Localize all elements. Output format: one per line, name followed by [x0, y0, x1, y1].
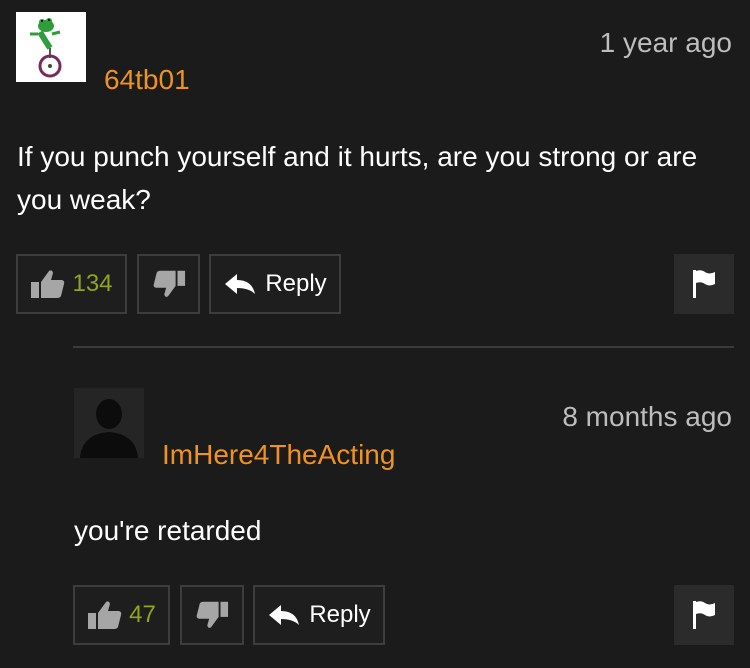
dislike-button[interactable] — [180, 585, 244, 645]
thumbs-up-icon — [30, 268, 66, 300]
like-count: 134 — [72, 270, 113, 297]
reply-label: Reply — [309, 601, 371, 628]
reply-arrow-icon — [223, 272, 257, 296]
username[interactable]: 64tb01 — [104, 66, 190, 94]
timestamp: 1 year ago — [599, 27, 732, 58]
like-button[interactable]: 47 — [73, 585, 170, 645]
frog-unicycle-avatar-icon — [16, 12, 86, 82]
flag-button[interactable] — [674, 254, 734, 314]
reply-button[interactable]: Reply — [209, 254, 341, 314]
username[interactable]: ImHere4TheActing — [162, 441, 395, 469]
user-avatar[interactable] — [74, 388, 144, 458]
comment-text: If you punch yourself and it hurts, are … — [17, 141, 698, 215]
timestamp: 8 months ago — [562, 401, 732, 432]
reply-divider — [73, 346, 734, 348]
thumbs-up-icon — [87, 599, 123, 631]
reply-button[interactable]: Reply — [253, 585, 385, 645]
thumbs-down-icon — [195, 599, 229, 631]
comment-text: you're retarded — [74, 515, 262, 546]
thumbs-down-icon — [152, 268, 186, 300]
flag-button[interactable] — [674, 585, 734, 645]
user-avatar[interactable] — [16, 12, 86, 82]
flag-icon — [691, 268, 717, 300]
dislike-button[interactable] — [137, 254, 200, 314]
reply-label: Reply — [265, 270, 327, 297]
reply-arrow-icon — [267, 603, 301, 627]
like-count: 47 — [129, 601, 156, 628]
flag-icon — [691, 599, 717, 631]
like-button[interactable]: 134 — [16, 254, 127, 314]
default-user-avatar-icon — [74, 388, 144, 458]
